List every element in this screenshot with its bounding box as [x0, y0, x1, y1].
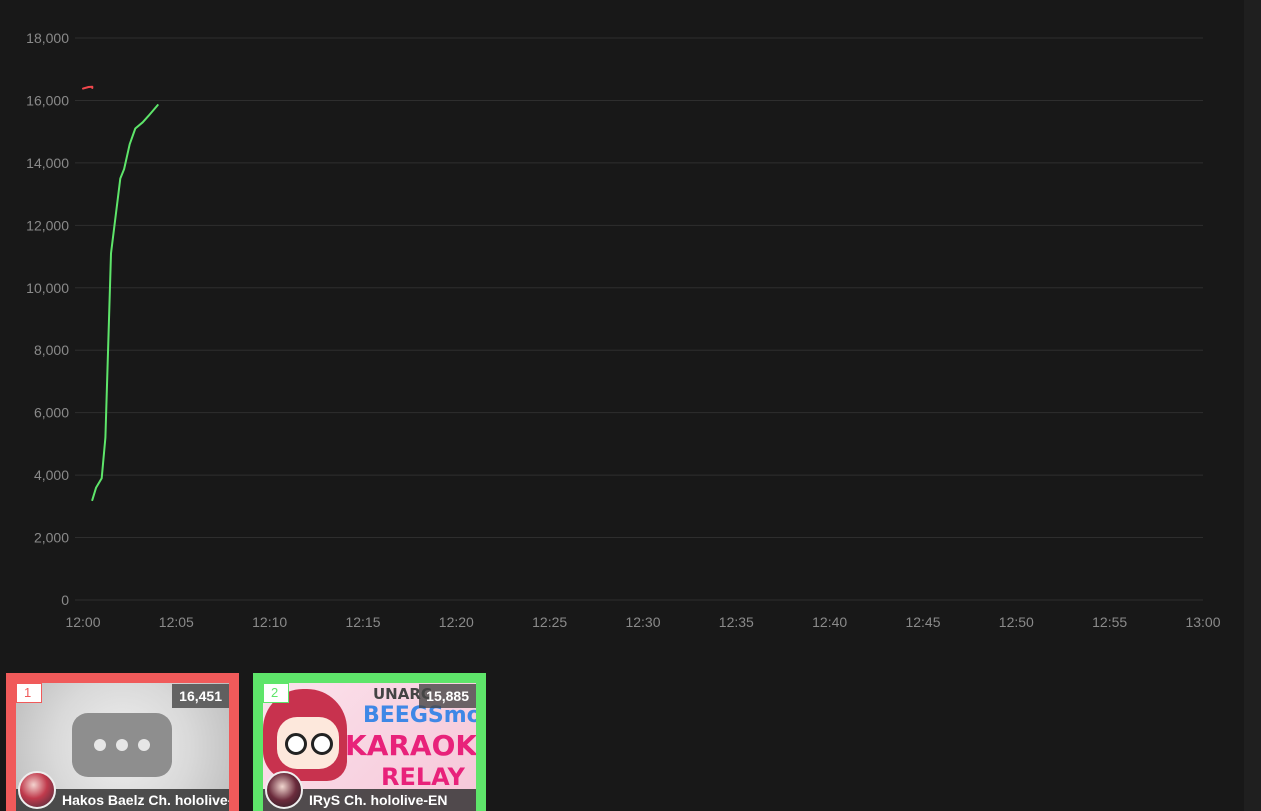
channel-avatar: [18, 771, 56, 809]
x-axis: 12:00 12:05 12:10 12:15 12:20 12:25 12:30 12:35…: [65, 614, 1220, 630]
viewer-count-badge: 16,451: [172, 684, 229, 708]
x-tick-label: 12:30: [625, 614, 660, 630]
viewer-count-badge: 15,885: [419, 684, 476, 708]
x-tick-label: 12:55: [1092, 614, 1127, 630]
thumbnail-eye: [285, 733, 307, 755]
y-tick-label: 12,000: [26, 217, 69, 233]
thumbnail-text: RELAY: [381, 763, 465, 791]
video-placeholder-icon: [72, 713, 172, 777]
scrollbar-track[interactable]: [1244, 0, 1261, 811]
y-tick-label: 16,000: [26, 92, 69, 108]
stream-cards: 1 16,451 Hakos Baelz Ch. hololive- UNARC…: [6, 673, 486, 811]
x-tick-label: 12:50: [999, 614, 1034, 630]
x-tick-label: 12:15: [345, 614, 380, 630]
thumbnail-text: KARAOKE: [345, 729, 486, 762]
y-tick-label: 18,000: [26, 30, 69, 46]
grid-lines: [75, 37, 1203, 601]
stream-card-2[interactable]: UNARC BEEGSmols KARAOKE RELAY 2 15,885 I…: [253, 673, 486, 811]
x-tick-label: 13:00: [1185, 614, 1220, 630]
x-tick-label: 12:45: [905, 614, 940, 630]
x-tick-label: 12:10: [252, 614, 287, 630]
y-tick-label: 2,000: [34, 530, 69, 546]
series-line-2: [91, 104, 159, 502]
x-tick-label: 12:25: [532, 614, 567, 630]
rank-badge: 2: [263, 683, 289, 703]
y-tick-label: 4,000: [34, 467, 69, 483]
thumbnail-eye: [311, 733, 333, 755]
channel-avatar: [265, 771, 303, 809]
x-tick-label: 12:20: [439, 614, 474, 630]
y-tick-label: 8,000: [34, 342, 69, 358]
series-lines: [82, 85, 159, 502]
y-axis: 0 2,000 4,000 6,000 8,000 10,000 12,000 14,000 1…: [26, 30, 69, 608]
x-tick-label: 12:35: [719, 614, 754, 630]
dot-icon: [138, 739, 150, 751]
y-tick-label: 0: [61, 592, 69, 608]
dot-icon: [94, 739, 106, 751]
x-tick-label: 12:00: [65, 614, 100, 630]
viewer-chart: 0 2,000 4,000 6,000 8,000 10,000 12,000 14,000 1…: [26, 30, 1221, 630]
series-line-1: [82, 85, 94, 90]
stream-card-1[interactable]: 1 16,451 Hakos Baelz Ch. hololive-: [6, 673, 239, 811]
x-tick-label: 12:05: [159, 614, 194, 630]
y-tick-label: 14,000: [26, 155, 69, 171]
y-tick-label: 6,000: [34, 405, 69, 421]
dot-icon: [116, 739, 128, 751]
x-tick-label: 12:40: [812, 614, 847, 630]
rank-badge: 1: [16, 683, 42, 703]
y-tick-label: 10,000: [26, 280, 69, 296]
